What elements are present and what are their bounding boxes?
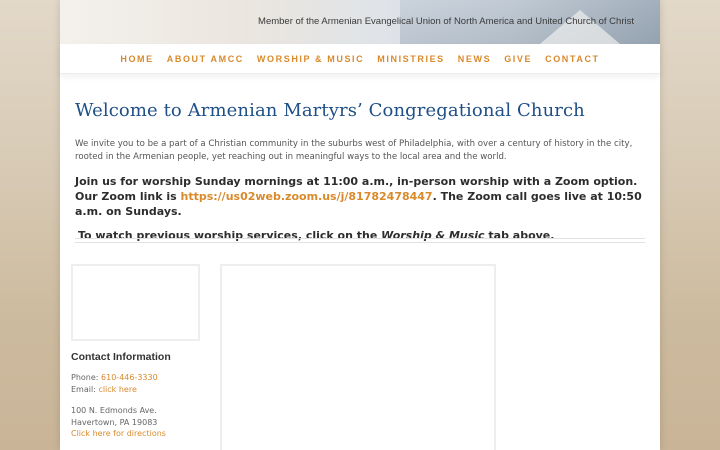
nav-news[interactable]: NEWS [451,54,497,64]
contact-information: Contact Information Phone: 610-446-3330 … [71,351,211,440]
video-embed-box[interactable] [220,264,496,450]
address-line-2: Havertown, PA 19083 [71,417,158,427]
nav-home[interactable]: HOME [114,54,160,64]
nav-about[interactable]: ABOUT AMCC [160,54,250,64]
nav-contact[interactable]: CONTACT [539,54,607,64]
affiliation-text: Member of the Armenian Evangelical Union… [258,16,634,27]
directions-link[interactable]: Click here for directions [71,429,166,438]
page-title: Welcome to Armenian Martyrs’ Congregatio… [75,100,585,121]
main-navigation: HOME ABOUT AMCC WORSHIP & MUSIC MINISTRI… [60,44,660,74]
email-link[interactable]: click here [98,385,136,394]
intro-paragraph: We invite you to be a part of a Christia… [75,139,633,162]
zoom-link[interactable]: https://us02web.zoom.us/j/81782478447 [180,190,432,203]
contact-email: Email: click here [71,384,211,396]
nav-worship-music[interactable]: WORSHIP & MUSIC [250,54,370,64]
contact-directions: Click here for directions [71,428,211,440]
address-line-1: 100 N. Edmonds Ave. [71,406,157,415]
header-banner: Member of the Armenian Evangelical Union… [60,0,660,44]
contact-phone: Phone: 610-446-3330 [71,372,211,384]
contact-title: Contact Information [71,351,171,363]
main-content: Welcome to Armenian Martyrs’ Congregatio… [75,100,645,242]
phone-link[interactable]: 610-446-3330 [101,373,158,382]
content-divider [75,238,645,243]
page-container: Member of the Armenian Evangelical Union… [60,0,660,450]
worship-info: Join us for worship Sunday mornings at 1… [75,174,645,219]
email-label: Email: [71,384,99,394]
sidebar-widget-box [71,264,200,341]
nav-ministries[interactable]: MINISTRIES [371,54,452,64]
phone-label: Phone: [71,373,102,382]
nav-give[interactable]: GIVE [498,54,539,64]
